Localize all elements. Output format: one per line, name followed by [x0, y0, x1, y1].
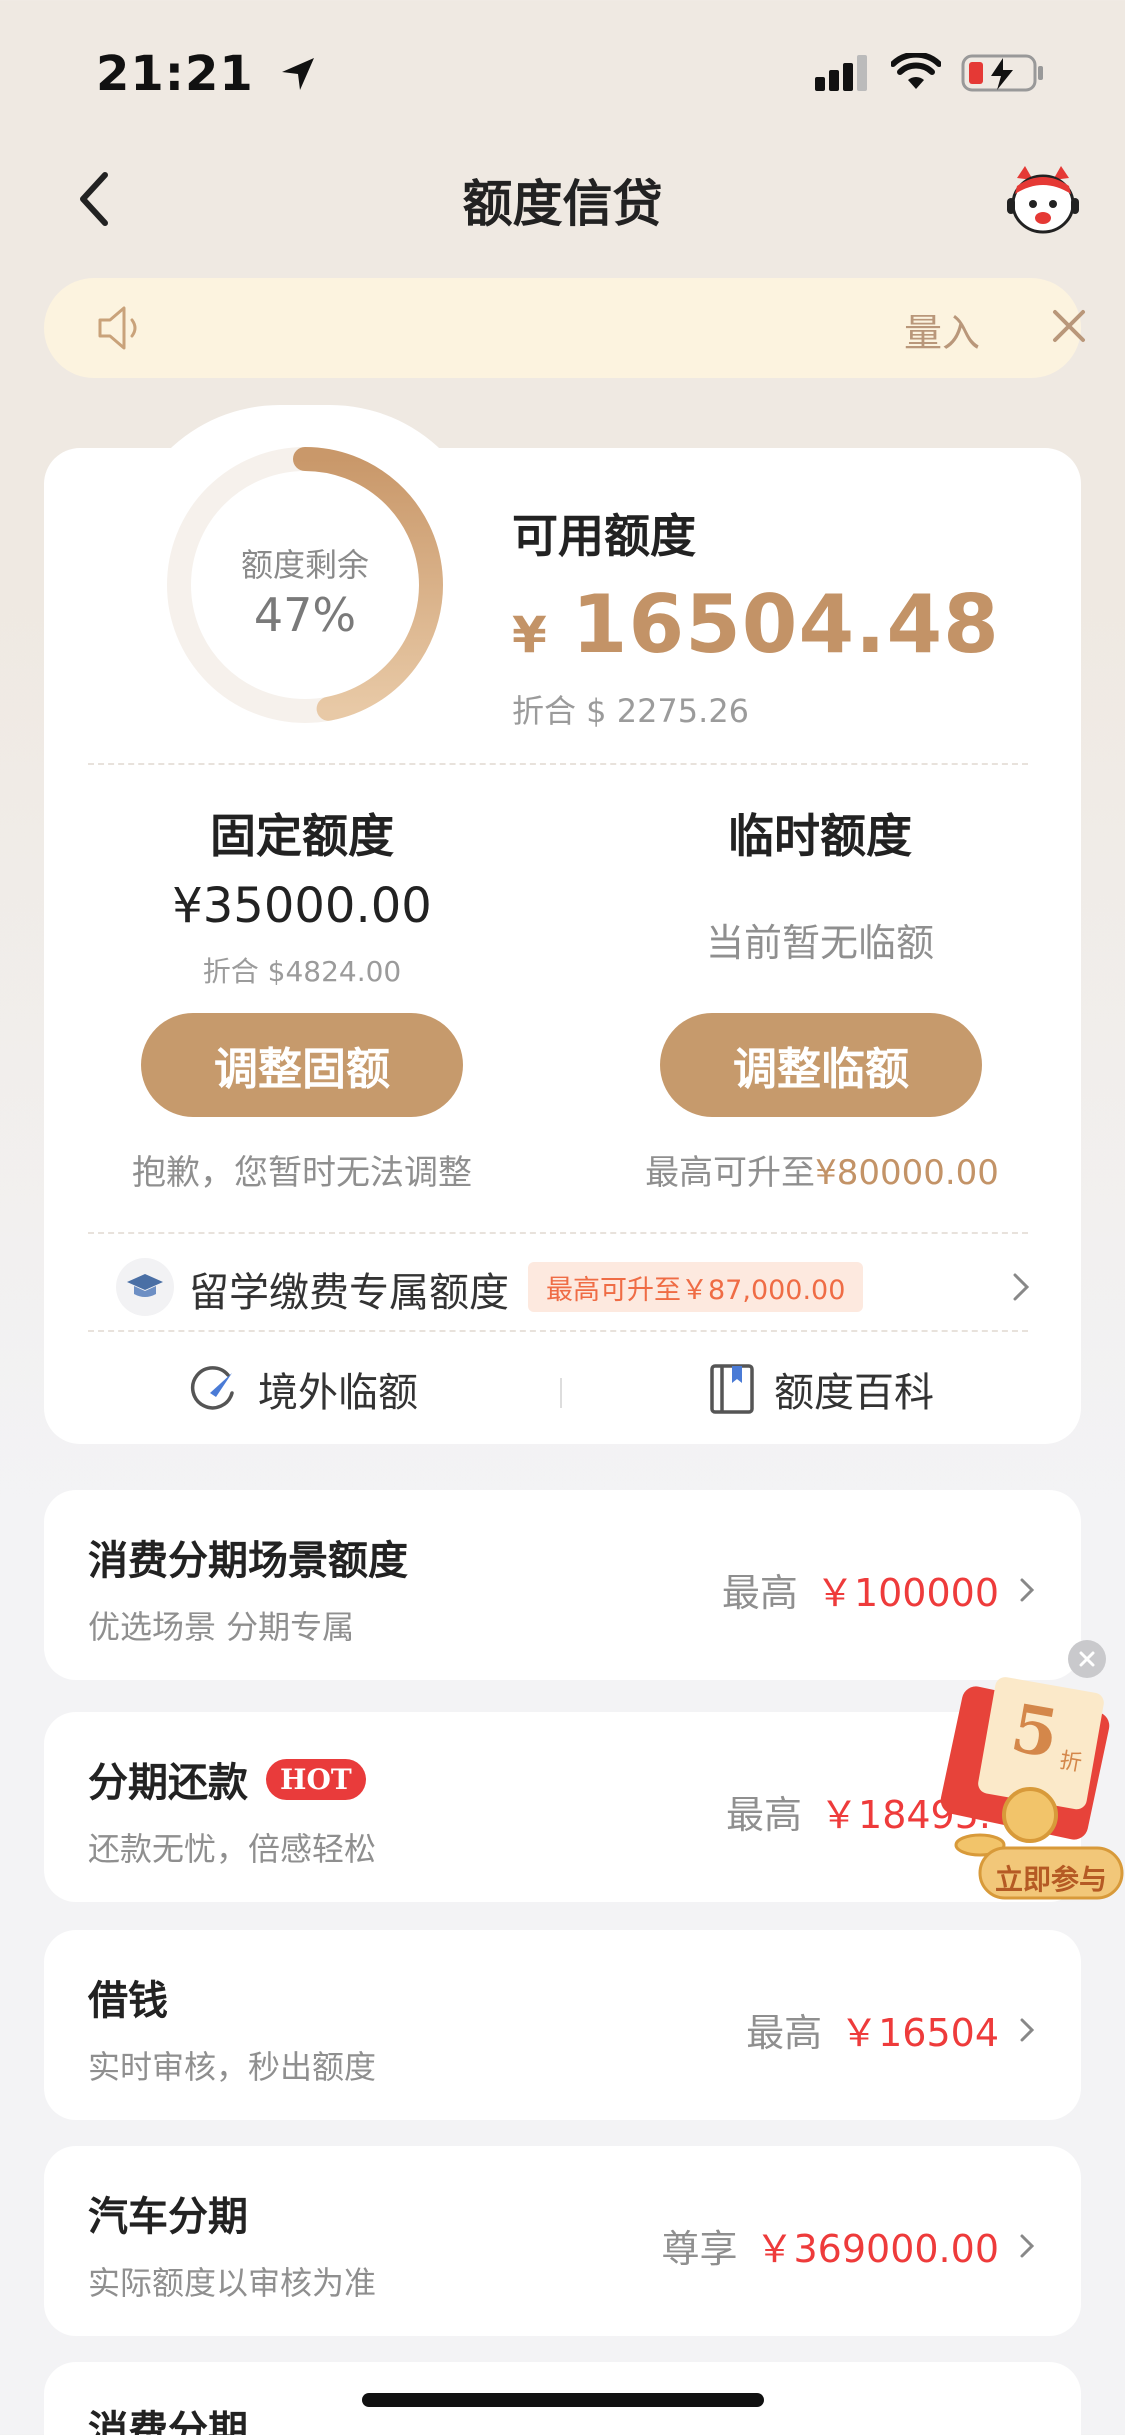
time-text: 21:21 [96, 46, 254, 102]
adjust-fixed-button[interactable]: 调整固额 [141, 1013, 463, 1117]
quick-links: 境外临额 额度百科 [44, 1350, 1081, 1430]
battery-charging-icon [961, 54, 1043, 92]
limit-prefix: 尊享 [661, 2227, 738, 2271]
close-icon[interactable] [1049, 306, 1089, 346]
temp-note-prefix: 最高可升至 [645, 1153, 816, 1193]
notice-bar[interactable]: 量入 [44, 278, 1085, 378]
overseas-temp-link[interactable]: 境外临额 [188, 1360, 418, 1418]
list-item-subtitle: 优选场景 分期专属 [88, 1608, 355, 1646]
list-item-subtitle: 还款无忧，倍感轻松 [88, 1830, 377, 1868]
fixed-credit-usd: 折合 $4824.00 [202, 955, 402, 988]
study-abroad-label: 留学缴费专属额度 [189, 1270, 509, 1316]
title-text: 消费分期 [88, 2408, 248, 2435]
hot-badge: HOT [266, 1758, 366, 1800]
available-credit-label: 可用额度 [512, 509, 696, 563]
notice-text: 量入 [904, 311, 981, 355]
currency-symbol: ¥ [512, 606, 548, 664]
credit-encyclopedia-label: 额度百科 [774, 1370, 934, 1416]
fixed-credit-amount: ¥35000.00 [172, 878, 432, 934]
promo-floating-badge[interactable]: 5 折 立即参与 [920, 1640, 1125, 1900]
wifi-icon [891, 53, 941, 89]
list-item-limit: 尊享 ￥369000.00 [661, 2218, 1037, 2273]
title-text: 消费分期场景额度 [88, 1538, 408, 1584]
separator [560, 1378, 562, 1408]
limit-value: ￥16504 [840, 2011, 999, 2055]
fixed-credit-title: 固定额度 [210, 809, 394, 863]
list-item-borrow[interactable]: 借钱 实时审核，秒出额度 最高 ￥16504 [44, 1930, 1081, 2120]
temp-credit-title: 临时额度 [728, 809, 912, 863]
temp-credit-note: 最高可升至¥80000.00 [612, 1145, 1032, 1194]
mascot-avatar-button[interactable] [1003, 160, 1083, 240]
speaker-icon [98, 306, 137, 350]
list-item-subtitle: 实时审核，秒出额度 [88, 2048, 377, 2086]
chevron-right-icon [1020, 1578, 1035, 1601]
list-item-title: 借钱 [88, 1968, 168, 2026]
limit-prefix: 最高 [746, 2011, 823, 2055]
overseas-temp-label: 境外临额 [258, 1370, 418, 1416]
list-item-limit: 最高 ￥16504 [746, 2002, 1037, 2057]
title-text: 借钱 [88, 1978, 168, 2024]
limit-value: ￥369000.00 [755, 2227, 1000, 2271]
nav-bar: 额度信贷 [0, 150, 1125, 250]
available-credit-amount: ¥16504.48 [512, 578, 1000, 671]
ring-percent: 47% [253, 588, 357, 642]
chevron-right-icon [1013, 1273, 1030, 1301]
chevron-right-icon [1020, 2234, 1035, 2257]
temp-note-value: ¥80000.00 [815, 1153, 999, 1193]
graduation-cap-icon [116, 1258, 174, 1316]
limit-prefix: 最高 [721, 1571, 798, 1615]
title-text: 分期还款 [88, 1760, 248, 1806]
home-indicator [362, 2393, 764, 2407]
available-credit-usd: 折合 $ 2275.26 [512, 692, 750, 730]
ring-label: 额度剩余 [240, 546, 369, 584]
list-item-title: 消费分期场景额度 [88, 1528, 408, 1586]
mascot-icon [1007, 166, 1079, 234]
signal-icon [815, 55, 867, 91]
status-icons [815, 52, 1045, 94]
available-amount-value: 16504.48 [571, 578, 1000, 671]
page-title: 额度信贷 [462, 175, 663, 233]
list-item-title: 分期还款 HOT [88, 1750, 366, 1808]
plane-refresh-icon [190, 1366, 234, 1410]
credit-encyclopedia-link[interactable]: 额度百科 [708, 1360, 934, 1418]
status-bar: 21:21 [0, 0, 1125, 140]
list-item-title: 消费分期 [88, 2398, 248, 2435]
adjust-temp-button[interactable]: 调整临额 [660, 1013, 982, 1117]
divider [88, 763, 1028, 765]
fixed-credit-note: 抱歉，您暂时无法调整 [132, 1153, 472, 1193]
temp-credit-status: 当前暂无临额 [705, 921, 934, 965]
promo-cta: 立即参与 [994, 1863, 1107, 1896]
list-item-subtitle: 实际额度以审核为准 [88, 2264, 377, 2302]
status-time: 21:21 [96, 46, 318, 102]
list-item-title: 汽车分期 [88, 2184, 248, 2242]
chevron-right-icon [1020, 2018, 1035, 2041]
list-item-limit: 最高 ￥100000 [722, 1562, 1037, 1617]
list-item-car-installment[interactable]: 汽车分期 实际额度以审核为准 尊享 ￥369000.00 [44, 2146, 1081, 2336]
book-icon [710, 1364, 754, 1414]
study-abroad-row[interactable]: 留学缴费专属额度 最高可升至￥87,000.00 [44, 1248, 1081, 1328]
limit-value: ￥100000 [815, 1571, 999, 1615]
location-arrow-icon [281, 58, 314, 90]
title-text: 汽车分期 [88, 2194, 248, 2240]
study-abroad-tag: 最高可升至￥87,000.00 [528, 1262, 864, 1312]
limit-prefix: 最高 [726, 1793, 803, 1837]
divider [88, 1232, 1028, 1234]
divider [88, 1330, 1028, 1332]
